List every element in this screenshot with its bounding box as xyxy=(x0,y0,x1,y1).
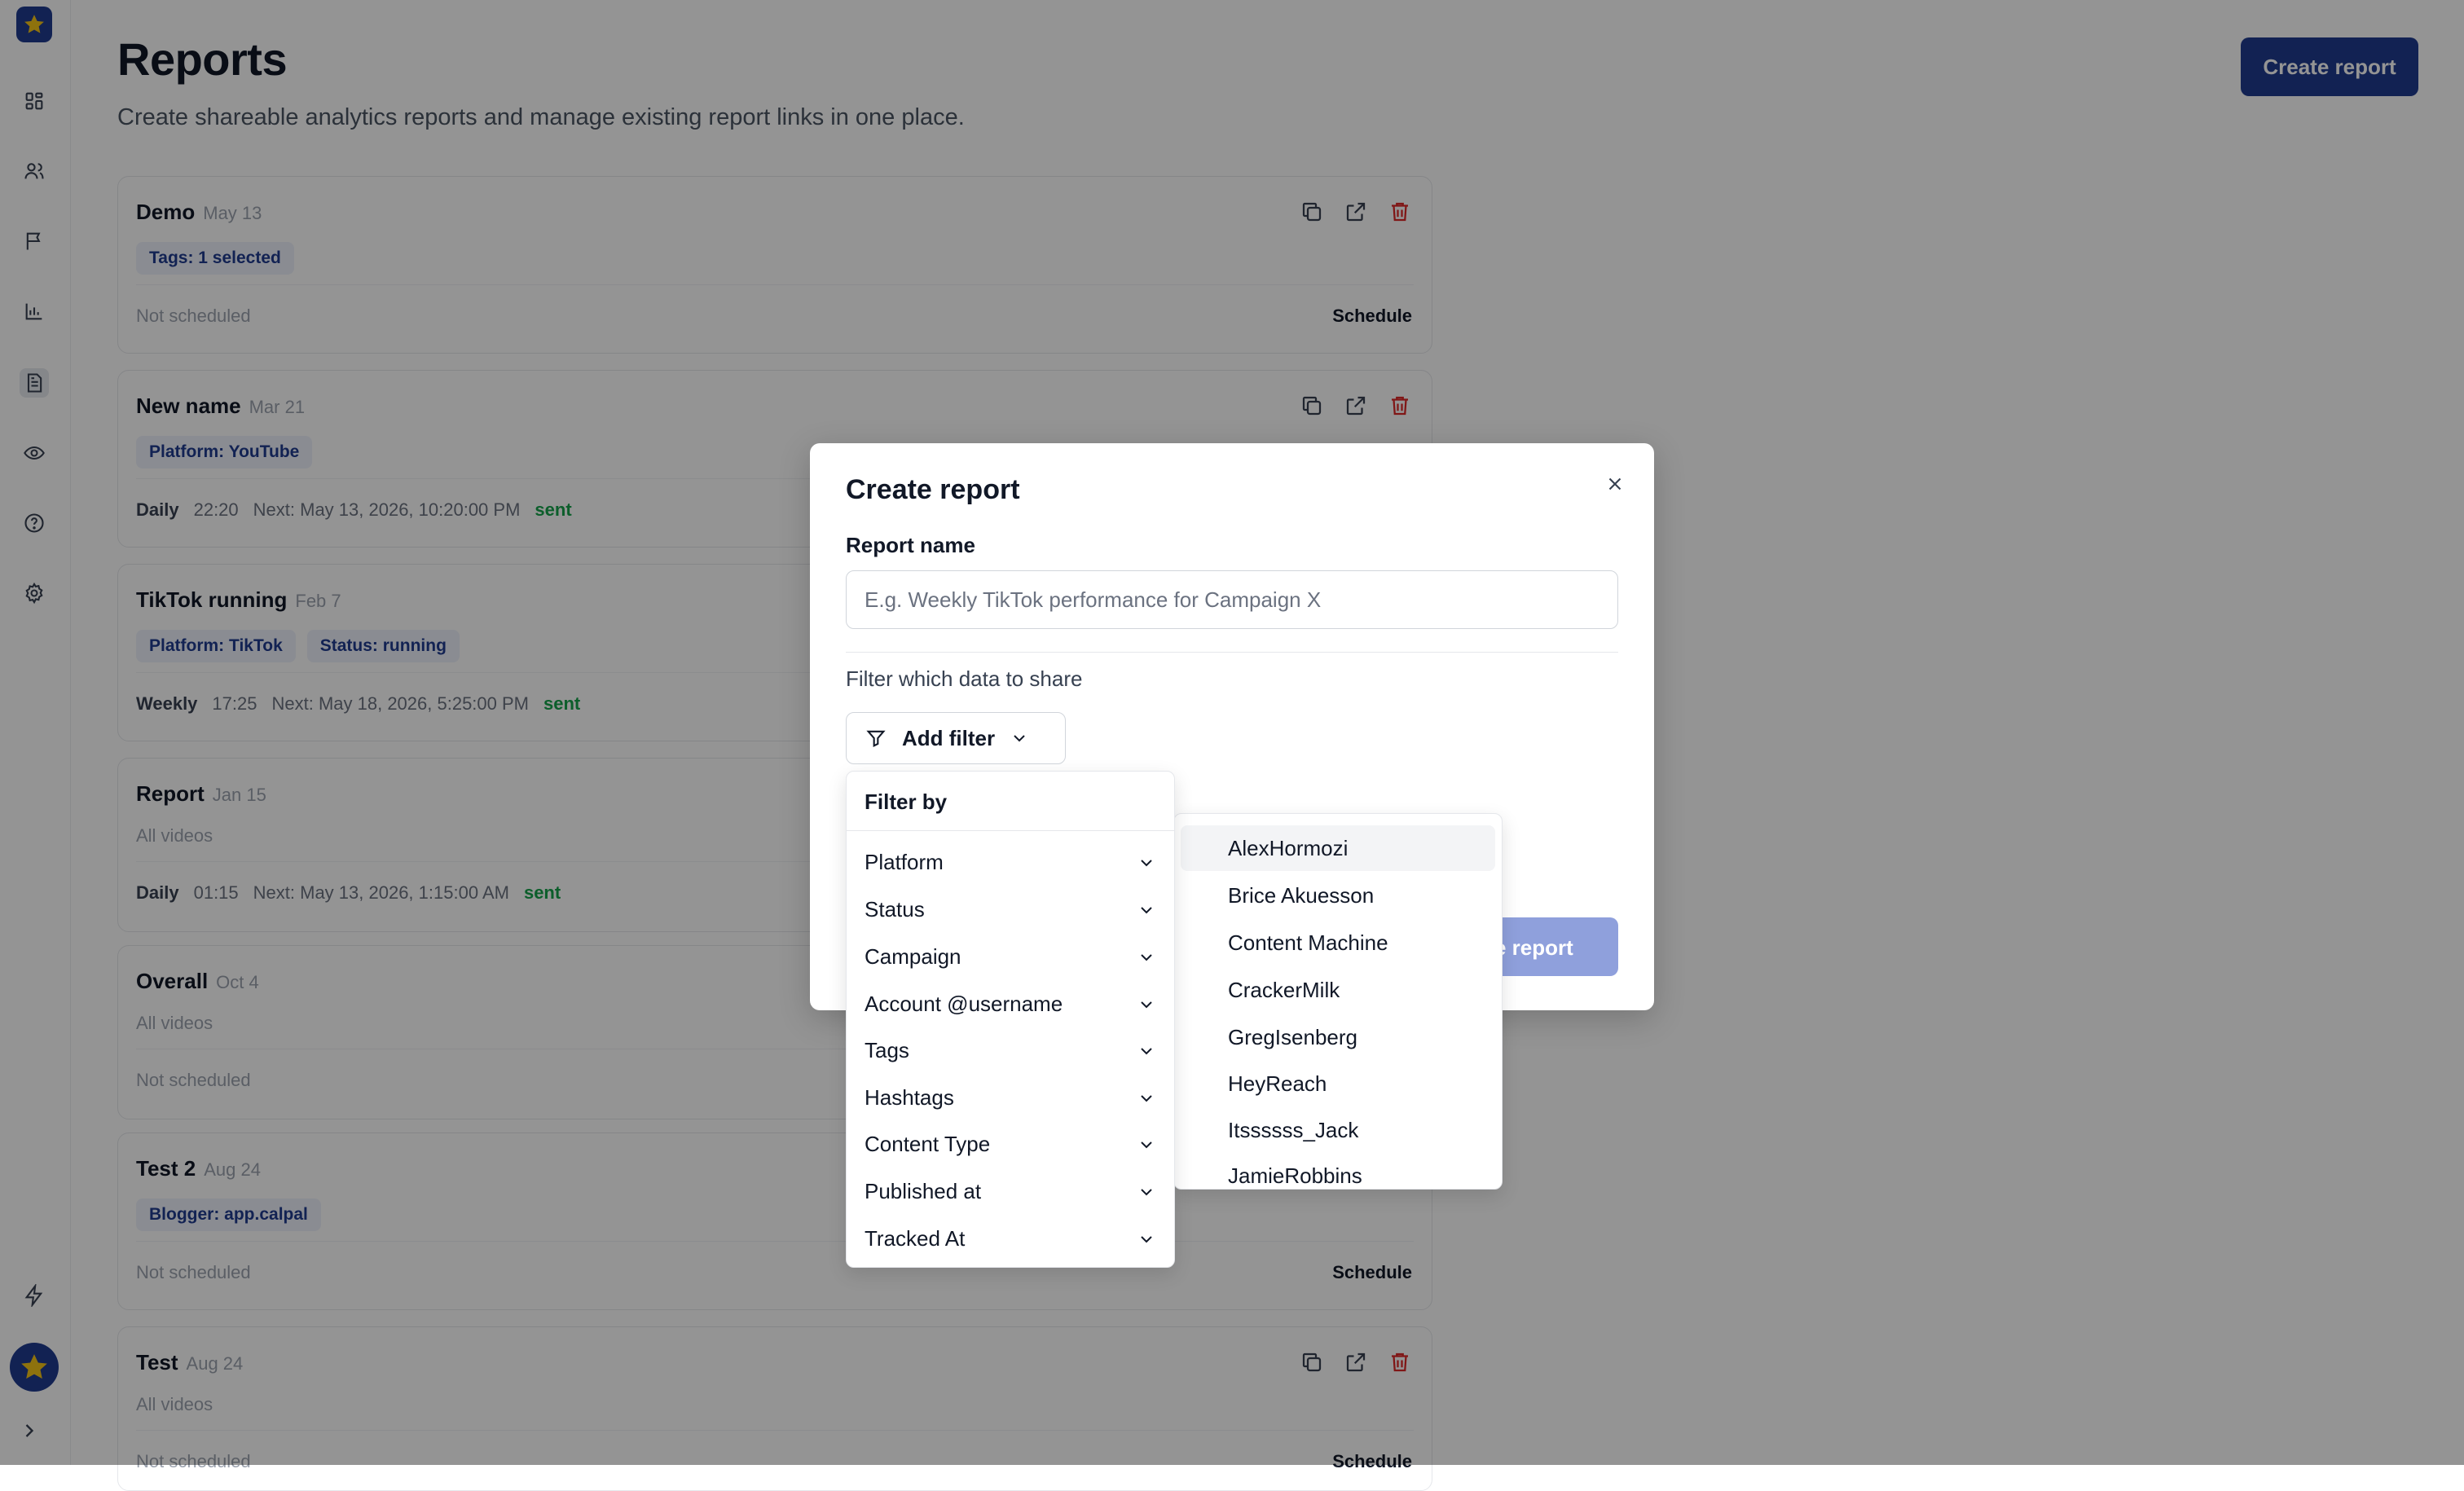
filter-option-label: Hashtags xyxy=(865,1085,954,1110)
close-button[interactable] xyxy=(1599,468,1631,500)
add-filter-button[interactable]: Add filter xyxy=(846,712,1066,764)
chevron-down-icon xyxy=(1141,859,1152,866)
filter-option-tracked-at[interactable]: Tracked At xyxy=(865,1226,1156,1251)
filter-by-menu: Filter by Platform Status Campaign Accou… xyxy=(846,771,1175,1268)
chevron-down-icon xyxy=(1141,1141,1152,1148)
divider xyxy=(846,652,1618,653)
chevron-down-icon xyxy=(1014,735,1025,742)
account-option[interactable]: AlexHormozi xyxy=(1181,825,1495,871)
chevron-down-icon xyxy=(1141,1047,1152,1054)
filter-option-label: Campaign xyxy=(865,944,961,969)
divider xyxy=(847,830,1174,831)
filter-option-label: Tracked At xyxy=(865,1226,966,1251)
filter-option-content-type[interactable]: Content Type xyxy=(865,1132,1156,1157)
filter-option-label: Status xyxy=(865,897,925,921)
filter-icon xyxy=(866,730,886,748)
modal-create-label: e report xyxy=(1494,935,1573,960)
filter-menu-title: Filter by xyxy=(865,789,948,814)
report-name-label: Report name xyxy=(846,533,975,557)
filter-option-published-at[interactable]: Published at xyxy=(865,1179,1156,1204)
filter-option-label: Account @username xyxy=(865,992,1063,1016)
chevron-down-icon xyxy=(1141,1001,1152,1008)
filter-option-tags[interactable]: Tags xyxy=(865,1038,1156,1063)
filter-option-platform[interactable]: Platform xyxy=(865,850,1156,875)
filter-option-label: Tags xyxy=(865,1038,909,1062)
filter-option-label: Published at xyxy=(865,1179,982,1203)
chevron-down-icon xyxy=(1141,1235,1152,1242)
chevron-down-icon xyxy=(1141,1188,1152,1195)
account-option[interactable]: Itssssss_Jack xyxy=(1181,1107,1495,1153)
filter-option-account[interactable]: Account @username xyxy=(865,992,1156,1017)
filter-option-label: Platform xyxy=(865,850,944,874)
filter-option-hashtags[interactable]: Hashtags xyxy=(865,1085,1156,1111)
account-option[interactable]: CrackerMilk xyxy=(1181,967,1495,1013)
filter-option-label: Content Type xyxy=(865,1132,991,1156)
account-option[interactable]: HeyReach xyxy=(1181,1061,1495,1106)
account-option[interactable]: JamieRobbins xyxy=(1181,1153,1495,1189)
report-name-input[interactable] xyxy=(846,570,1618,629)
add-filter-label: Add filter xyxy=(902,725,996,750)
chevron-down-icon xyxy=(1141,953,1152,961)
chevron-down-icon xyxy=(1141,906,1152,913)
chevron-down-icon xyxy=(1141,1094,1152,1102)
close-icon xyxy=(1608,477,1621,490)
modal-title: Create report xyxy=(846,474,1020,505)
account-option[interactable]: GregIsenberg xyxy=(1181,1014,1495,1060)
filter-option-campaign[interactable]: Campaign xyxy=(865,944,1156,970)
filter-option-status[interactable]: Status xyxy=(865,897,1156,922)
filter-label: Filter which data to share xyxy=(846,666,1083,691)
account-option[interactable]: Content Machine xyxy=(1181,920,1495,965)
account-option[interactable]: Brice Akuesson xyxy=(1181,873,1495,918)
account-dropdown[interactable]: AlexHormozi Brice Akuesson Content Machi… xyxy=(1173,813,1503,1190)
